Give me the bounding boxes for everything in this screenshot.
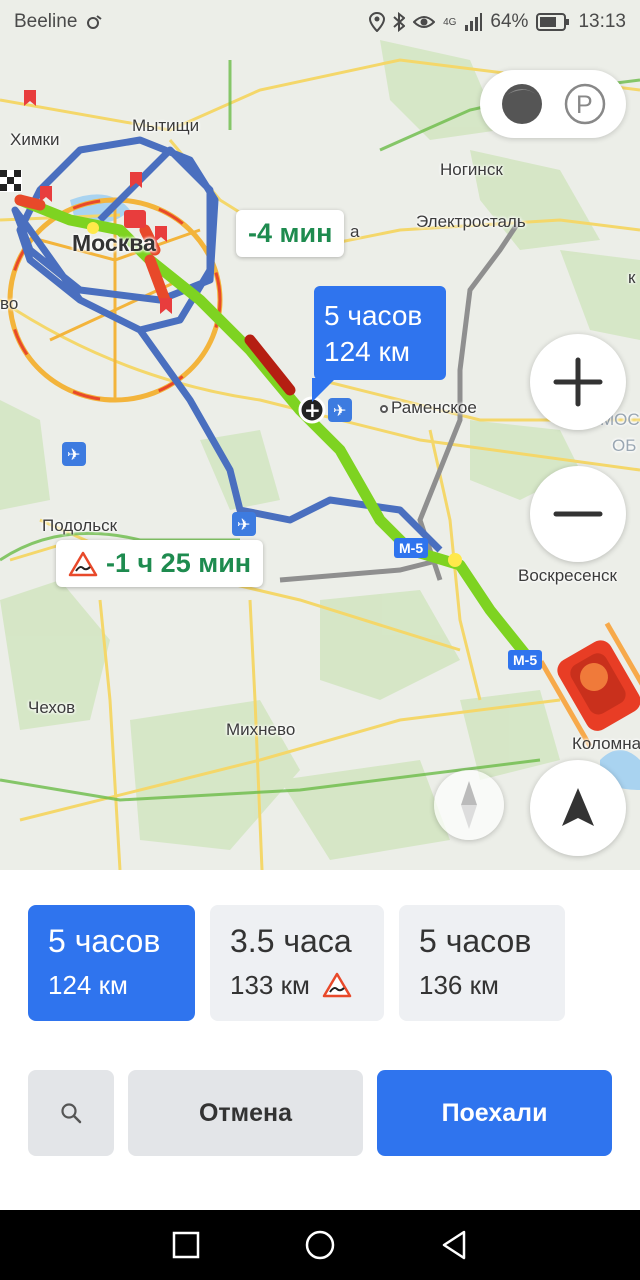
bluetooth-icon — [393, 12, 406, 32]
square-icon — [172, 1231, 200, 1259]
svg-text:✈: ✈ — [333, 401, 346, 420]
status-bar: Beeline 4G 64% 13:13 — [0, 0, 640, 44]
city-label: Ногинск — [440, 160, 503, 179]
music-icon — [85, 13, 103, 31]
location-icon — [369, 12, 386, 32]
network-type: 4G — [443, 16, 457, 28]
plus-icon — [553, 357, 603, 407]
svg-text:✈: ✈ — [67, 445, 80, 464]
route-option-1[interactable]: 5 часов 124 км — [28, 905, 195, 1021]
parking-icon[interactable]: P — [563, 82, 607, 126]
signal-icon — [464, 13, 483, 31]
recent-apps-button[interactable] — [172, 1231, 200, 1259]
circle-icon — [305, 1230, 335, 1260]
city-label: Раменское — [380, 398, 477, 418]
city-label: а — [350, 222, 360, 241]
city-label: Воскресенск — [518, 566, 617, 585]
navigation-arrow-icon — [562, 788, 594, 826]
road-tag-m5: М-5 — [394, 538, 429, 558]
city-label: Подольск — [42, 516, 118, 535]
traffic-circle-icon[interactable] — [499, 81, 545, 127]
city-label: Коломна — [572, 734, 640, 753]
compass-button[interactable] — [434, 770, 504, 840]
alt-route-bubble-fast[interactable]: -4 мин — [236, 210, 345, 257]
city-label: Михнево — [226, 720, 296, 739]
eye-icon — [413, 14, 436, 30]
minus-icon — [553, 511, 603, 517]
carrier-name: Beeline — [14, 11, 78, 32]
zoom-in-button[interactable] — [530, 334, 626, 430]
compass-icon — [461, 781, 477, 829]
search-button[interactable] — [28, 1070, 114, 1156]
region-label: ОБ — [612, 436, 637, 455]
road-tag-m5: М-5 — [508, 650, 543, 670]
map-layers-pill: P — [480, 70, 626, 138]
my-location-button[interactable] — [530, 760, 626, 856]
back-triangle-icon — [442, 1230, 466, 1260]
main-route-bubble[interactable]: 5 часов 124 км — [312, 286, 446, 402]
battery-icon — [536, 13, 570, 31]
route-panel: 5 часов 124 км 3.5 часа 133 км 5 часов 1… — [0, 870, 640, 1210]
clock: 13:13 — [578, 11, 626, 32]
city-label: во — [0, 294, 19, 313]
alt-route-bubble-slow[interactable]: -1 ч 25 мин — [56, 540, 264, 587]
road-warning-icon — [322, 972, 352, 998]
route-option-2[interactable]: 3.5 часа 133 км — [210, 905, 384, 1021]
search-icon — [61, 1103, 82, 1124]
back-button[interactable] — [440, 1230, 468, 1260]
go-button[interactable]: Поехали — [377, 1070, 612, 1156]
city-label: к — [628, 268, 636, 287]
cancel-button[interactable]: Отмена — [128, 1070, 363, 1156]
city-label: Электросталь — [416, 212, 526, 231]
system-nav-bar — [0, 1210, 640, 1280]
battery-percent: 64% — [490, 11, 529, 32]
home-button[interactable] — [304, 1229, 336, 1261]
city-label: Мытищи — [132, 116, 200, 135]
zoom-out-button[interactable] — [530, 466, 626, 562]
city-label: Чехов — [28, 698, 76, 717]
map-view[interactable]: ✈ ✈ ✈ + Химки Мытищи Москва Ногинск Элек… — [0, 0, 640, 870]
svg-text:P: P — [576, 91, 593, 119]
city-label: Химки — [10, 130, 60, 149]
city-label-moscow: Москва — [72, 230, 156, 256]
road-warning-icon — [68, 551, 98, 577]
route-option-3[interactable]: 5 часов 136 км — [399, 905, 565, 1021]
svg-text:✈: ✈ — [237, 515, 250, 534]
